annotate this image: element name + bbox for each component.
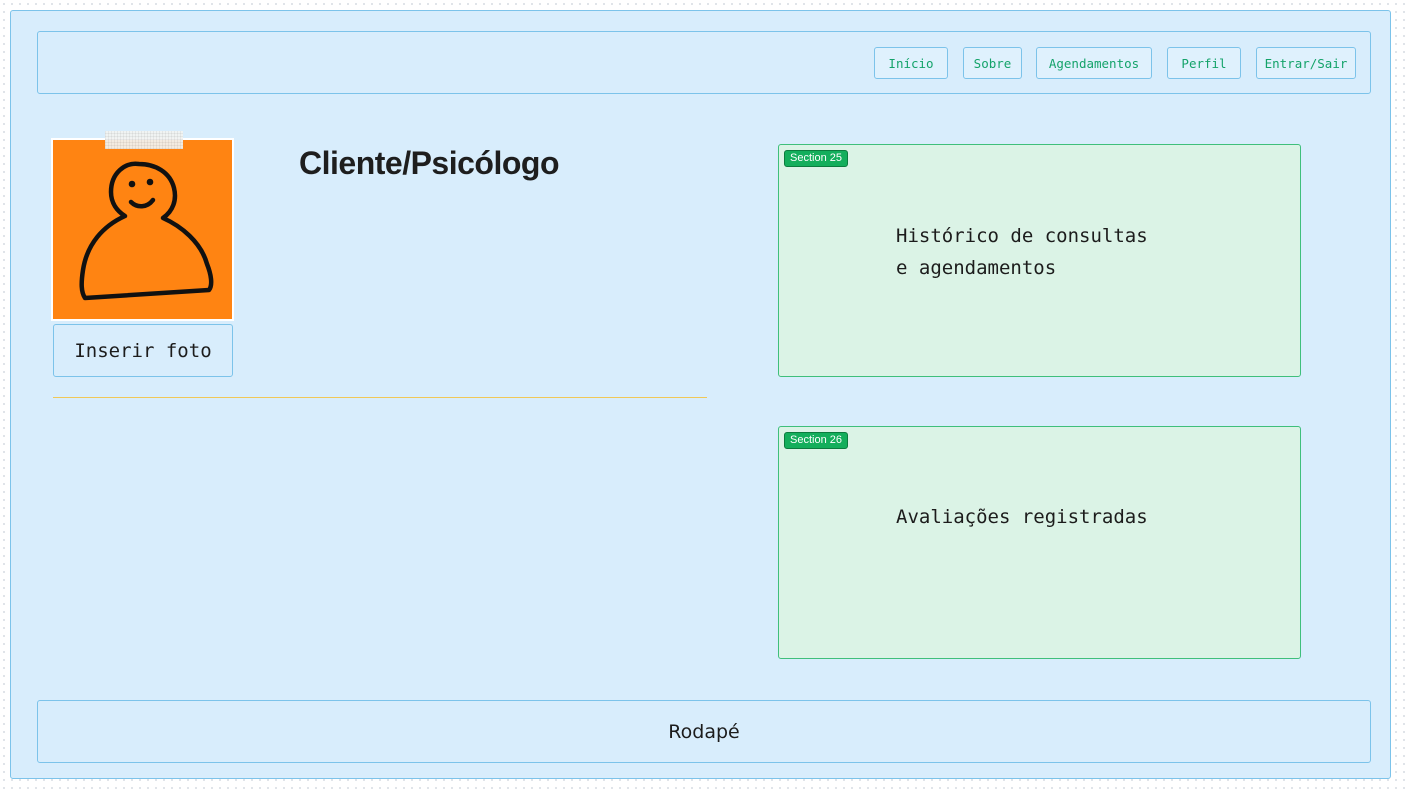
- profile-photo: [51, 131, 234, 321]
- header-bar: Início Sobre Agendamentos Perfil Entrar/…: [37, 31, 1371, 94]
- reviews-text-line: Avaliações registradas: [896, 506, 1148, 528]
- nav-inicio-button[interactable]: Início: [874, 47, 948, 79]
- insert-photo-button[interactable]: Inserir foto: [53, 324, 233, 377]
- page-title: Cliente/Psicólogo: [299, 145, 559, 181]
- history-text-line: e agendamentos: [896, 257, 1057, 279]
- nav-sobre-button[interactable]: Sobre: [963, 47, 1022, 79]
- footer: Rodapé: [37, 700, 1371, 763]
- section-tag: Section 25: [784, 150, 848, 167]
- section-tag: Section 26: [784, 432, 848, 449]
- history-text-line: Histórico de consultas: [896, 225, 1148, 247]
- nav-agendamentos-button[interactable]: Agendamentos: [1036, 47, 1152, 79]
- nav-perfil-button[interactable]: Perfil: [1167, 47, 1241, 79]
- page-frame: Início Sobre Agendamentos Perfil Entrar/…: [10, 10, 1391, 779]
- reviews-text: Avaliações registradas: [896, 501, 1148, 533]
- history-text: Histórico de consultas e agendamentos: [896, 220, 1148, 284]
- tape-decoration: [105, 131, 183, 149]
- divider-line: [53, 397, 707, 398]
- reviews-section: Section 26 Avaliações registradas: [778, 426, 1301, 659]
- person-doodle-icon: [79, 161, 214, 301]
- history-section: Section 25 Histórico de consultas e agen…: [778, 144, 1301, 377]
- nav-entrar-sair-button[interactable]: Entrar/Sair: [1256, 47, 1356, 79]
